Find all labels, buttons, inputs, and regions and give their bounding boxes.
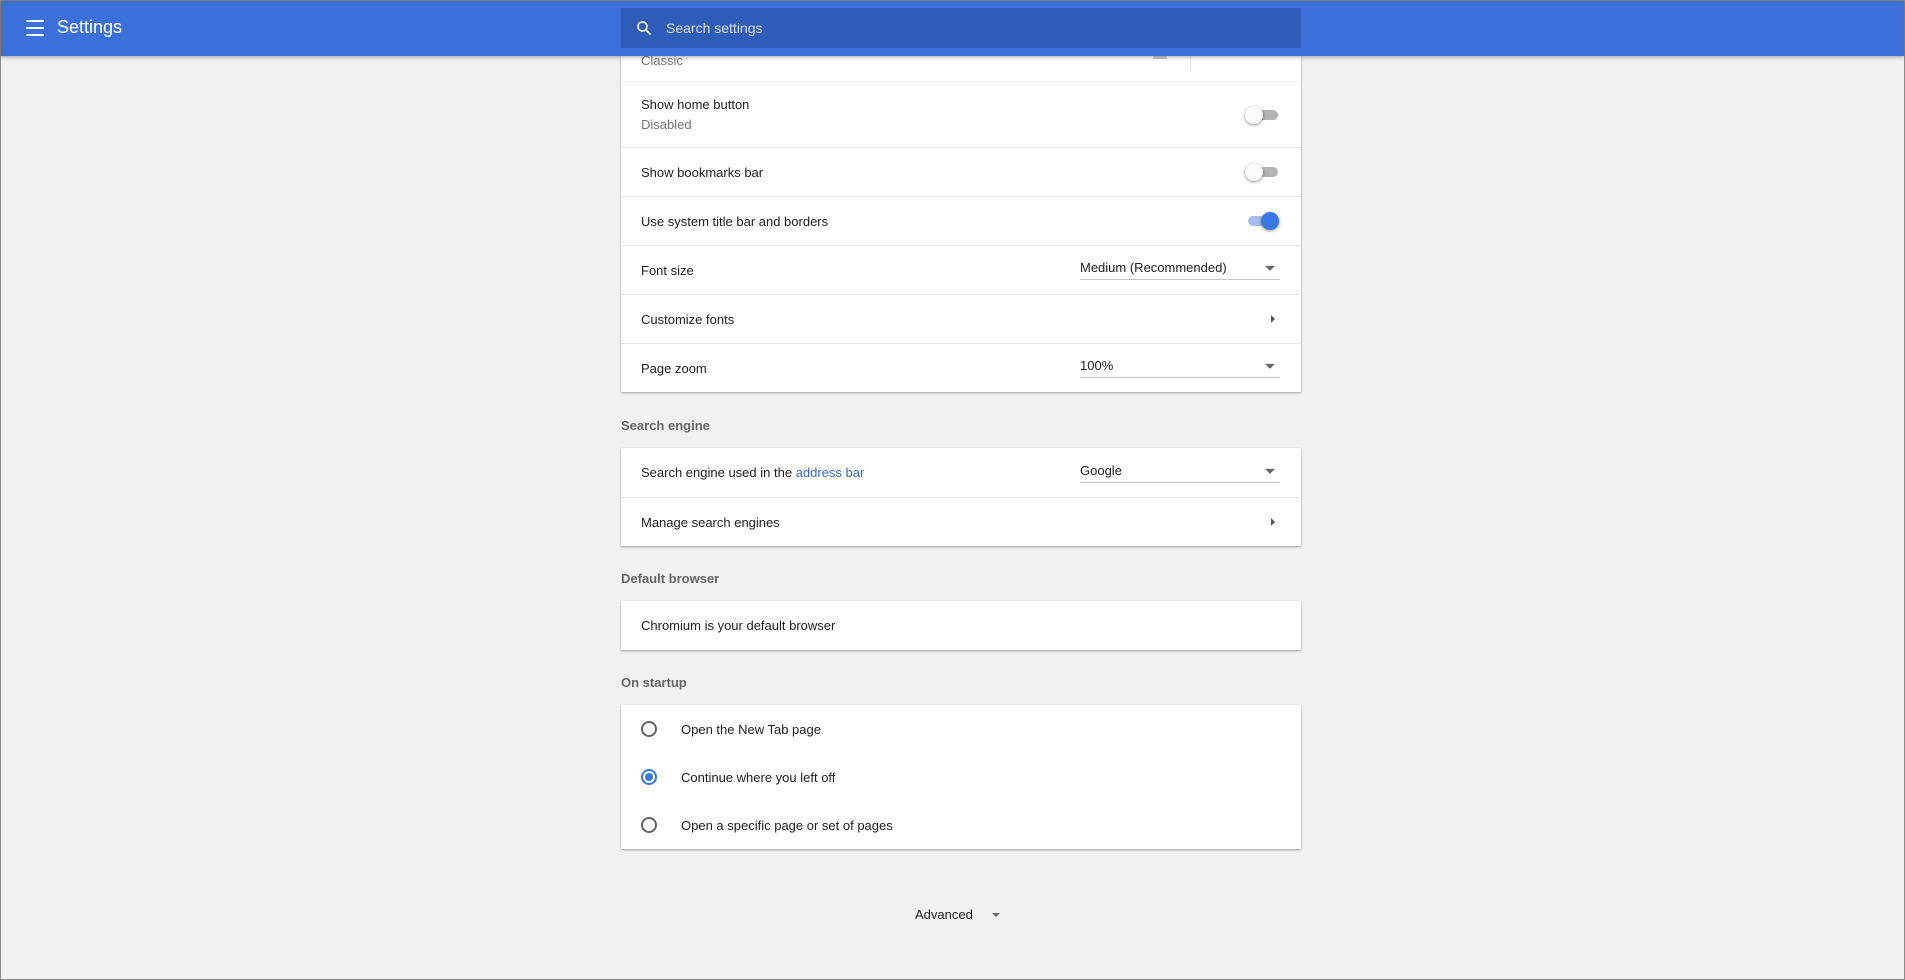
system-title-bar-row[interactable]: Use system title bar and borders [621, 196, 1301, 245]
search-engine-heading: Search engine [621, 418, 710, 433]
default-browser-card: Chromium is your default browser [621, 601, 1301, 650]
chevron-right-icon [1271, 518, 1275, 526]
theme-divider [1190, 56, 1191, 72]
chevron-down-icon [991, 912, 1000, 917]
page-zoom-row: Page zoom 100% [621, 343, 1301, 392]
startup-option-label: Open the New Tab page [681, 721, 821, 737]
search-engine-used-text: Search engine used in the [641, 465, 793, 480]
menu-icon[interactable] [23, 17, 47, 39]
font-size-value: Medium (Recommended) [1080, 259, 1227, 275]
page-title: Settings [57, 17, 123, 37]
chevron-right-icon [1271, 315, 1275, 323]
show-home-button-row[interactable]: Show home button Disabled [621, 82, 1301, 147]
on-startup-heading: On startup [621, 675, 687, 690]
system-title-bar-label: Use system title bar and borders [641, 213, 829, 229]
manage-search-engines-row[interactable]: Manage search engines [621, 497, 1301, 546]
startup-option-continue[interactable]: Continue where you left off [621, 753, 1301, 801]
show-bookmarks-bar-label: Show bookmarks bar [641, 164, 764, 180]
system-title-bar-toggle[interactable] [1245, 212, 1279, 230]
settings-toolbar: Settings [1, 1, 1904, 56]
page-zoom-value: 100% [1080, 357, 1114, 373]
search-engine-value: Google [1080, 462, 1122, 478]
appearance-card: Show home button Disabled Show bookmarks… [621, 82, 1301, 392]
search-engine-select[interactable]: Google [1080, 460, 1280, 483]
dropdown-arrow-icon [1265, 265, 1275, 271]
search-box[interactable] [621, 8, 1301, 48]
page-zoom-label: Page zoom [641, 360, 707, 376]
startup-option-new-tab[interactable]: Open the New Tab page [621, 705, 1301, 753]
search-icon [637, 21, 651, 35]
search-engine-used-row: Search engine used in the address bar Go… [621, 448, 1301, 497]
search-engine-used-label: Search engine used in the address bar [641, 465, 864, 480]
font-size-label: Font size [641, 262, 694, 278]
dropdown-arrow-icon [1265, 363, 1275, 369]
show-bookmarks-bar-toggle[interactable] [1245, 163, 1279, 181]
show-home-button-toggle[interactable] [1245, 105, 1279, 124]
default-browser-status: Chromium is your default browser [641, 618, 836, 633]
default-browser-heading: Default browser [621, 571, 720, 586]
customize-fonts-row[interactable]: Customize fonts [621, 294, 1301, 343]
show-bookmarks-bar-row[interactable]: Show bookmarks bar [621, 147, 1301, 196]
dropdown-arrow-icon [1265, 468, 1275, 474]
radio-button[interactable] [641, 817, 657, 833]
advanced-button[interactable]: Advanced [915, 907, 1000, 922]
customize-fonts-label: Customize fonts [641, 311, 735, 327]
search-input[interactable] [666, 8, 1286, 48]
startup-option-specific-pages[interactable]: Open a specific page or set of pages [621, 801, 1301, 849]
address-bar-link[interactable]: address bar [796, 465, 865, 480]
advanced-label: Advanced [915, 907, 973, 922]
search-engine-card: Search engine used in the address bar Go… [621, 448, 1301, 546]
radio-button-checked[interactable] [641, 769, 657, 785]
default-browser-row: Chromium is your default browser [621, 601, 1301, 650]
page-zoom-select[interactable]: 100% [1080, 356, 1280, 378]
startup-option-label: Continue where you left off [681, 769, 836, 785]
startup-option-label: Open a specific page or set of pages [681, 817, 893, 833]
manage-search-engines-label: Manage search engines [641, 514, 780, 530]
radio-button[interactable] [641, 721, 657, 737]
on-startup-card: Open the New Tab page Continue where you… [621, 705, 1301, 849]
theme-reset-icon [1153, 56, 1167, 59]
show-home-button-label: Show home button [641, 97, 750, 112]
font-size-row: Font size Medium (Recommended) [621, 245, 1301, 294]
font-size-select[interactable]: Medium (Recommended) [1080, 258, 1280, 280]
show-home-button-status: Disabled [641, 117, 692, 132]
